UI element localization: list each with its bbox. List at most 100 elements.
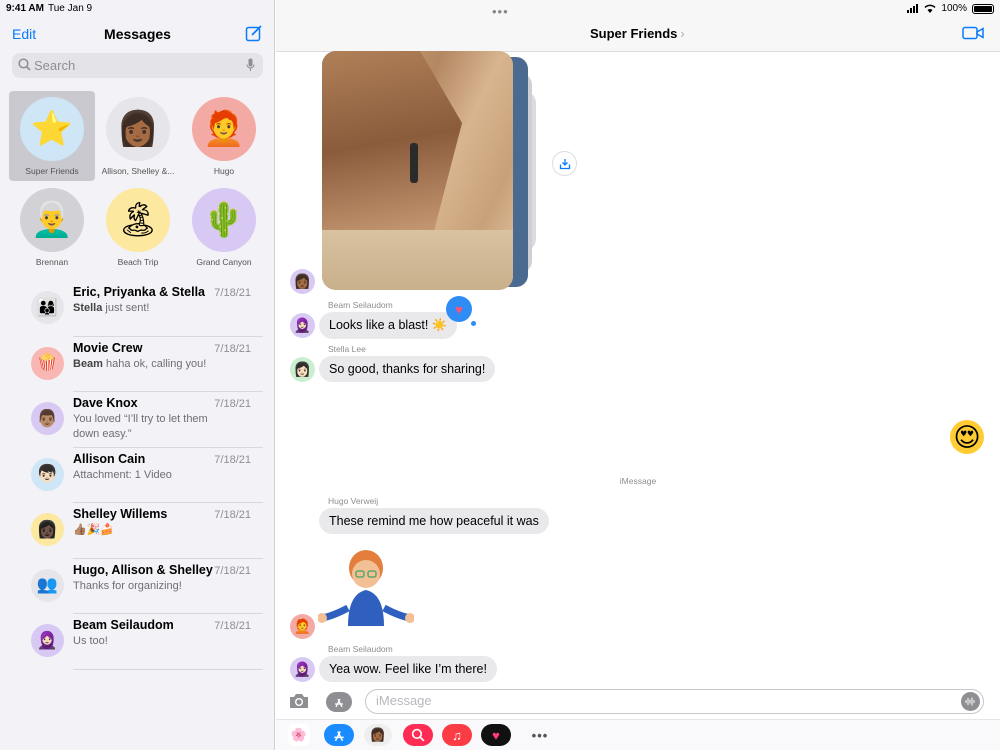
cellular-signal-icon (907, 4, 919, 13)
pinned-label: Brennan (35, 257, 69, 267)
conversation-preview: Stella just sent! (73, 301, 223, 316)
status-time: 9:41 AM (6, 3, 44, 14)
conversation-name: Movie Crew (73, 340, 143, 355)
app-store-icon (335, 698, 343, 708)
search-input[interactable] (34, 56, 234, 75)
more-apps-icon[interactable]: ••• (526, 724, 554, 746)
heart-eyes-emoji[interactable]: 😍 (950, 420, 984, 454)
sidebar-header: Edit Messages (0, 22, 275, 46)
chat-pane: ••• Super Friends › 👩🏾 Beam Seilaudom 🧕🏻 … (276, 0, 1000, 750)
status-icons: 100% (907, 3, 994, 14)
heart-icon[interactable]: ♥ (446, 296, 476, 326)
photo-ground (322, 230, 513, 290)
avatar: 👥 (31, 568, 64, 602)
preview-sender: Stella (73, 302, 103, 314)
chat-title[interactable]: Super Friends › (590, 26, 685, 41)
avatar: 👨🏽 (31, 402, 64, 435)
pinned-label: Super Friends (25, 166, 79, 176)
conversation-row[interactable]: 🧕🏻 Beam Seilaudom 7/18/21 Us too! (0, 614, 275, 670)
avatar: 🏝 (106, 188, 170, 252)
video-call-icon[interactable] (962, 26, 984, 40)
conversation-preview: Attachment: 1 Video (73, 468, 172, 481)
composer (276, 686, 1000, 718)
search-bar[interactable] (12, 53, 263, 78)
preview-text: haha ok, calling you! (102, 357, 207, 370)
message-bubble[interactable]: So good, thanks for sharing! (319, 356, 496, 382)
camera-icon[interactable] (288, 692, 310, 710)
avatar: 👩🏻 (290, 357, 315, 382)
conversation-date: 7/18/21 (214, 620, 251, 632)
battery-icon (972, 3, 994, 14)
conversation-date: 7/18/21 (214, 564, 251, 577)
conversation-date: 7/18/21 (214, 453, 251, 466)
conversation-list: 👨‍👩‍👦 Eric, Priyanka & Stella 7/18/21 St… (0, 281, 275, 670)
pinned-brennan[interactable]: 👨‍🦳 Brennan (9, 182, 95, 272)
app-store-app-icon[interactable] (324, 724, 354, 746)
photo-person (410, 143, 418, 183)
conversation-row[interactable]: 👥 Hugo, Allison & Shelley 7/18/21 Thanks… (0, 559, 275, 614)
save-photo-button[interactable] (552, 151, 577, 176)
battery-percent: 100% (941, 3, 967, 14)
music-app-icon[interactable]: ♫ (442, 724, 472, 746)
pinned-grand-canyon[interactable]: 🌵 Grand Canyon (181, 182, 267, 272)
apps-button[interactable] (326, 692, 352, 712)
pinned-allison-shelley[interactable]: 👩🏾 Allison, Shelley &... (95, 91, 181, 181)
conversation-date: 7/18/21 (214, 398, 251, 410)
avatar: 🧑‍🦰 (290, 614, 315, 639)
photo-rock (322, 51, 462, 231)
conversation-preview: Beam haha ok, calling you! (73, 357, 223, 372)
sidebar-title: Messages (104, 26, 171, 42)
conversation-date: 7/18/21 (214, 342, 251, 355)
conversation-name: Beam Seilaudom (73, 618, 174, 632)
message-bubble[interactable]: These remind me how peaceful it was (319, 508, 549, 534)
avatar: 👨‍🦳 (20, 188, 84, 252)
sidebar: Edit Messages ⭐ Super Friends 👩🏾 Allison… (0, 0, 275, 750)
avatar: 🌵 (192, 188, 256, 252)
conversation-row[interactable]: 👨‍👩‍👦 Eric, Priyanka & Stella 7/18/21 St… (0, 281, 275, 337)
memoji-app-icon[interactable]: 👩🏾 (364, 724, 392, 746)
chat-title-text: Super Friends (590, 26, 678, 41)
conversation-name: Allison Cain (73, 451, 146, 466)
conversation-preview: 👍🏽🎉🍰 (73, 524, 115, 536)
pinned-label: Grand Canyon (196, 257, 252, 267)
conversation-row[interactable]: 🍿 Movie Crew 7/18/21 Beam haha ok, calli… (0, 337, 275, 392)
message-field[interactable] (365, 689, 984, 714)
conversation-date: 7/18/21 (214, 509, 251, 521)
image-search-app-icon[interactable] (403, 724, 433, 746)
preview-text: just sent! (102, 302, 150, 314)
pinned-super-friends[interactable]: ⭐ Super Friends (9, 91, 95, 181)
conversation-name: Shelley Willems (73, 507, 168, 521)
status-date: Tue Jan 9 (48, 3, 93, 14)
photos-app-icon[interactable]: 🌸 (288, 724, 310, 746)
pinned-hugo[interactable]: 🧑‍🦰 Hugo (181, 91, 267, 181)
digital-touch-app-icon[interactable]: ♥ (481, 724, 511, 746)
preview-sender: Beam (73, 357, 103, 370)
memoji-sticker[interactable] (318, 546, 414, 630)
audio-message-icon[interactable] (961, 692, 980, 711)
avatar: 🧑‍🦰 (192, 97, 256, 161)
shared-photo[interactable] (322, 51, 513, 290)
pinned-beach-trip[interactable]: 🏝 Beach Trip (95, 182, 181, 272)
message-input[interactable] (376, 693, 946, 708)
wifi-icon (924, 4, 936, 13)
conversation-name: Hugo, Allison & Shelley (73, 562, 213, 577)
avatar: 🧕🏻 (31, 624, 64, 657)
photo-stack[interactable] (322, 51, 542, 291)
avatar: 👩🏾 (290, 269, 315, 294)
microphone-icon[interactable] (246, 58, 255, 72)
message-bubble[interactable]: Yea wow. Feel like I’m there! (319, 656, 497, 682)
conversation-row[interactable]: 👩🏿 Shelley Willems 7/18/21 👍🏽🎉🍰 (0, 503, 275, 559)
conversation-row[interactable]: 👦🏻 Allison Cain 7/18/21 Attachment: 1 Vi… (0, 448, 275, 503)
conversation-date: 7/18/21 (214, 287, 251, 299)
conversation-preview: Thanks for organizing! (73, 579, 182, 592)
avatar: 👦🏻 (31, 457, 64, 491)
app-drawer: 🌸 👩🏾 ♫ ♥ ••• (276, 719, 1000, 750)
compose-icon[interactable] (245, 24, 263, 42)
message-sender: Beam Seilaudom (328, 300, 393, 310)
message-sender: Hugo Verweij (328, 496, 379, 506)
avatar: 🧕🏻 (290, 657, 315, 682)
avatar: 👩🏾 (106, 97, 170, 161)
conversation-row[interactable]: 👨🏽 Dave Knox 7/18/21 You loved “I’ll try… (0, 392, 275, 448)
message-bubble[interactable]: Looks like a blast! ☀️ (319, 312, 458, 339)
conversation-preview: Us too! (73, 635, 108, 647)
